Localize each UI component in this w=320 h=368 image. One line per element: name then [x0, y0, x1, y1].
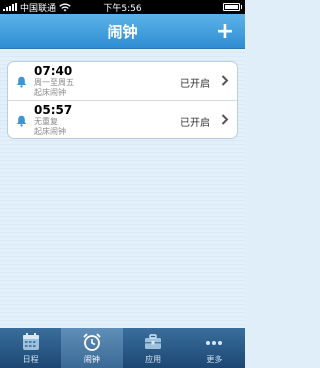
battery-icon [223, 3, 242, 11]
alarm-time: 07:40 [34, 64, 73, 78]
chevron-right-icon [221, 75, 229, 86]
alarm-item[interactable]: 05:57 无重复 起床闹钟 已开启 [8, 100, 237, 138]
status-bar: 中国联通 下午5:56 [0, 0, 245, 14]
main-content: 07:40 周一至周五 起床闹钟 已开启 05:57 无重复 起床闹钟 已开启 [0, 49, 245, 328]
signal-icon [3, 3, 17, 11]
alarm-repeat: 周一至周五 [34, 78, 74, 87]
tab-bar: 日程 闹钟 应用 更多 [0, 328, 245, 368]
carrier-name: 中国联通 [20, 3, 57, 14]
wifi-icon [59, 3, 71, 11]
alarm-list: 07:40 周一至周五 起床闹钟 已开启 05:57 无重复 起床闹钟 已开启 [7, 61, 238, 139]
alarm-label: 起床闹钟 [34, 88, 66, 97]
more-dots-icon [206, 341, 223, 345]
tab-label: 日程 [22, 355, 39, 364]
alarm-status: 已开启 [180, 79, 210, 90]
tab-alarm[interactable]: 闹钟 [61, 328, 123, 368]
alarm-text: 05:57 无重复 起床闹钟 [34, 104, 72, 137]
tab-label: 应用 [145, 355, 162, 364]
page-title: 闹钟 [107, 22, 138, 41]
bell-icon [16, 76, 27, 88]
alarm-text: 07:40 周一至周五 起床闹钟 [34, 65, 74, 98]
chevron-right-icon [221, 114, 229, 125]
alarm-clock-icon [83, 333, 101, 351]
toolbox-icon [145, 334, 162, 349]
bell-icon [16, 115, 27, 127]
add-alarm-button[interactable]: + [211, 18, 239, 45]
navigation-bar: 闹钟 + [0, 14, 245, 49]
calendar-icon [22, 333, 39, 350]
alarm-label: 起床闹钟 [34, 127, 66, 136]
tab-more[interactable]: 更多 [184, 328, 245, 368]
tab-label: 闹钟 [83, 355, 100, 364]
tab-apps[interactable]: 应用 [123, 328, 184, 368]
alarm-status: 已开启 [180, 118, 210, 129]
tab-schedule[interactable]: 日程 [0, 328, 61, 368]
alarm-time: 05:57 [34, 103, 73, 117]
tab-label: 更多 [206, 355, 223, 364]
alarm-item[interactable]: 07:40 周一至周五 起床闹钟 已开启 [8, 62, 237, 100]
status-left: 中国联通 [3, 1, 71, 14]
alarm-repeat: 无重复 [34, 117, 58, 126]
